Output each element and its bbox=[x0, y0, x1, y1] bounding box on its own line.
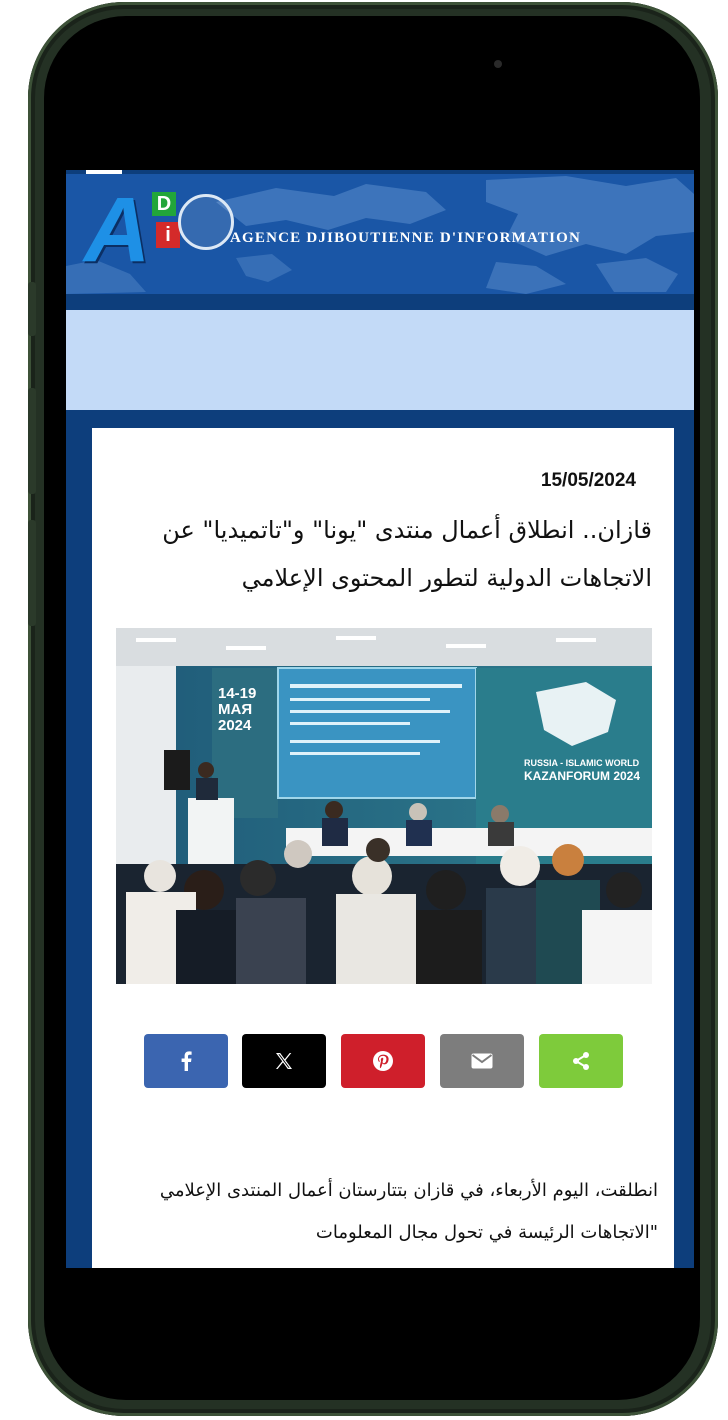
phone-screen: A D i AGENCE DJIBOUTIENNE D'INFORMATION … bbox=[44, 16, 700, 1400]
logo-letter-i: i bbox=[156, 222, 180, 248]
x-share-button[interactable] bbox=[242, 1034, 326, 1088]
email-icon bbox=[471, 1053, 493, 1069]
forum-sign-line-1: RUSSIA - ISLAMIC WORLD bbox=[524, 758, 640, 768]
volume-up-button bbox=[28, 388, 36, 494]
x-icon bbox=[276, 1053, 292, 1069]
article-body: انطلقت، اليوم الأربعاء، في قازان بتتارست… bbox=[159, 1180, 658, 1243]
silent-switch bbox=[28, 282, 36, 336]
more-share-button[interactable] bbox=[539, 1034, 623, 1088]
pinterest-share-button[interactable] bbox=[341, 1034, 425, 1088]
web-page[interactable]: A D i AGENCE DJIBOUTIENNE D'INFORMATION … bbox=[66, 170, 694, 1268]
facebook-icon bbox=[181, 1051, 192, 1071]
dynamic-island bbox=[256, 16, 502, 88]
article-card: 15/05/2024 قازان.. انطلاق أعمال منتدى "ي… bbox=[92, 428, 674, 1268]
article-photo[interactable]: 14-19 МАЯ 2024 RUSSIA - ISLAMIC WORLD KA… bbox=[116, 628, 652, 984]
logo-globe-icon bbox=[178, 194, 234, 250]
forum-sign-line-2: KAZANFORUM 2024 bbox=[524, 769, 640, 783]
site-header-banner[interactable]: A D i AGENCE DJIBOUTIENNE D'INFORMATION bbox=[66, 174, 694, 294]
share-icon bbox=[573, 1052, 589, 1070]
volume-down-button bbox=[28, 520, 36, 626]
logo-letter-a[interactable]: A bbox=[84, 184, 151, 276]
logo-letter-d: D bbox=[152, 192, 176, 216]
agency-name[interactable]: AGENCE DJIBOUTIENNE D'INFORMATION bbox=[230, 230, 581, 247]
screen-date-line-2: МАЯ bbox=[218, 701, 252, 718]
pinterest-icon bbox=[373, 1051, 393, 1071]
screen-date-line-3: 2024 bbox=[218, 717, 252, 734]
conference-photo-illustration: 14-19 МАЯ 2024 RUSSIA - ISLAMIC WORLD KA… bbox=[116, 628, 652, 984]
front-camera bbox=[494, 60, 502, 68]
email-share-button[interactable] bbox=[440, 1034, 524, 1088]
article-title: قازان.. انطلاق أعمال منتدى "يونا" و"تاتم… bbox=[162, 516, 652, 592]
screen-date-line-1: 14-19 bbox=[218, 685, 256, 702]
ad-placeholder-band bbox=[66, 310, 694, 410]
article-date: 15/05/2024 bbox=[540, 470, 636, 491]
facebook-share-button[interactable] bbox=[144, 1034, 228, 1088]
